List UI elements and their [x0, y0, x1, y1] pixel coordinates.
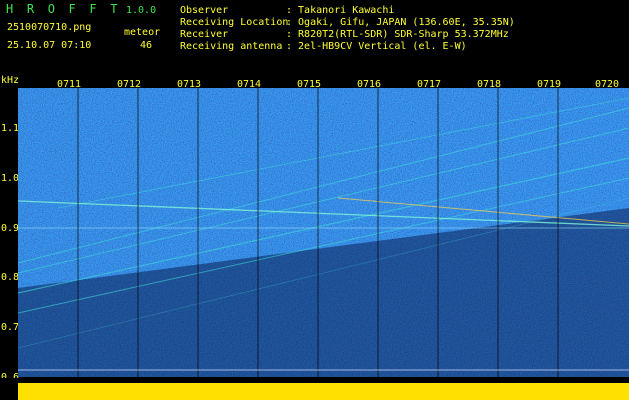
meteor-label: meteor [124, 27, 161, 38]
info-value-receiver: : R820T2(RTL-SDR) SDR-Sharp 53.372MHz [286, 29, 509, 40]
info-key-receiver: Receiver [180, 29, 229, 40]
y-tick-label: 0.8 [1, 272, 20, 283]
header-panel: H R O F F T 1.0.0 2510070710.png meteor … [0, 0, 629, 78]
spectrogram [18, 88, 629, 377]
app-version: 1.0.0 [126, 5, 157, 16]
y-tick-label: 1.0 [1, 173, 20, 184]
info-value-antenna: : 2el-HB9CV Vertical (el. E-W) [286, 41, 467, 52]
meteor-count: 46 [140, 40, 153, 51]
info-value-location: : Ogaki, Gifu, JAPAN (136.60E, 35.35N) [286, 17, 515, 28]
info-key-antenna: Receiving antenna [180, 41, 283, 52]
image-datetime: 25.10.07 07:10 [7, 40, 92, 51]
amplitude-strip [0, 378, 629, 400]
app-title: H R O F F T [6, 2, 121, 16]
amplitude-dark-edge [18, 380, 629, 383]
info-value-observer: : Takanori Kawachi [286, 5, 395, 16]
info-key-observer: Observer [180, 5, 229, 16]
y-tick-label: 1.1 [1, 123, 20, 134]
y-tick-label: 0.9 [1, 223, 20, 234]
y-axis-unit: kHz [1, 75, 20, 86]
info-key-location: Receiving Location [180, 17, 289, 28]
y-tick-label: 0.7 [1, 322, 20, 333]
image-filename: 2510070710.png [7, 22, 92, 33]
